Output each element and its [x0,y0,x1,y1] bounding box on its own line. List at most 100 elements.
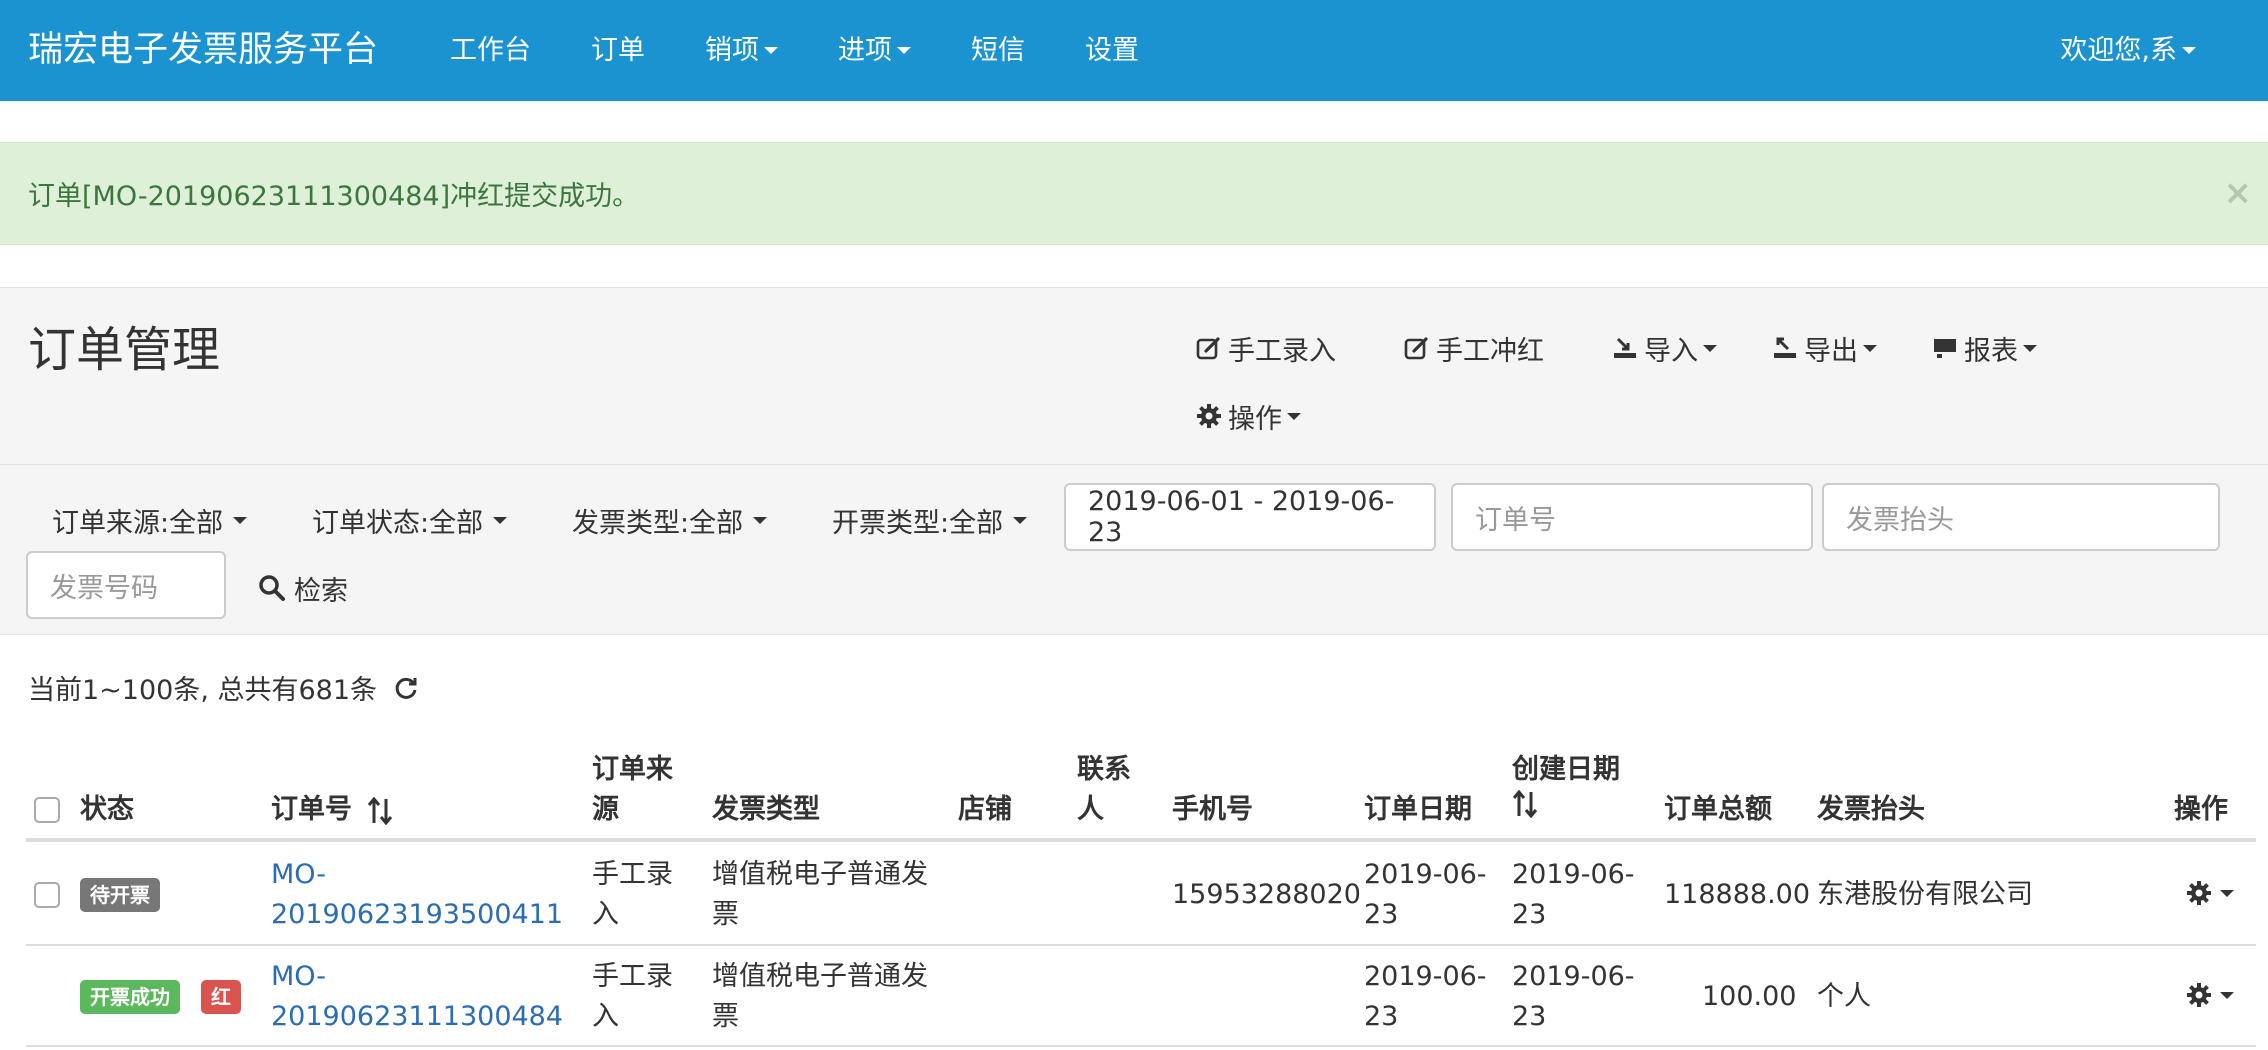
order-no-input[interactable]: 订单号 [1451,483,1813,551]
result-summary: 当前1~100条, 总共有681条 [28,668,419,707]
operate-label: 操作 [1228,403,1282,435]
header-created-date-sort[interactable] [1512,789,1538,830]
row-actions-button[interactable] [2186,982,2234,1008]
order-status-label: 订单状态:全部 [312,507,484,539]
caret-down-icon [2220,991,2234,999]
search-button[interactable]: 检索 [258,563,348,613]
header-invoice-type: 发票类型 [712,794,820,825]
caret-down-icon [2220,889,2234,897]
export-button[interactable]: 导出 [1772,326,1877,370]
header-created-date[interactable]: 创建日期 [1512,750,1620,790]
caret-down-icon [1013,516,1028,524]
table-header-divider [26,838,2256,842]
order-source-dropdown[interactable]: 订单来源:全部 [52,495,248,545]
header-total: 订单总额 [1664,794,1772,825]
status-badge: 待开票 [80,878,160,912]
order-source-cell: 手工录入 [592,957,673,1037]
order-date-line2: 23 [1364,1001,1399,1032]
row-checkbox[interactable] [34,882,60,908]
row-divider [26,944,2256,946]
header-order-date: 订单日期 [1364,794,1472,825]
search-label: 检索 [294,575,348,607]
header-status: 状态 [80,794,134,825]
user-greeting: 欢迎您,系 [2060,35,2177,66]
invoice-title-cell: 个人 [1817,981,1871,1012]
date-range-input[interactable]: 2019-06-01 - 2019-06-23 [1064,483,1436,551]
nav-item-settings[interactable]: 设置 [1055,0,1169,101]
report-label: 报表 [1964,335,2018,367]
source-line2: 入 [592,899,619,930]
nav-label: 工作台 [450,35,531,66]
order-no-part2: 20190623193500411 [271,899,564,930]
close-icon[interactable]: × [2224,173,2253,213]
invoice-title-input[interactable]: 发票抬头 [1822,483,2220,551]
invoice-type-line2: 票 [712,899,739,930]
invoice-title-placeholder: 发票抬头 [1846,504,1954,536]
manual-red-button[interactable]: 手工冲红 [1404,326,1544,370]
refresh-icon[interactable] [393,675,419,701]
invoice-type-cell: 增值税电子普通发票 [712,957,928,1037]
header-contact-line1: 联系 [1077,754,1131,785]
caret-down-icon [1703,344,1717,352]
header-source-line1: 订单来 [592,754,673,785]
caret-down-icon [233,516,248,524]
alert-message: 订单[MO-20190623111300484]冲红提交成功。 [28,181,640,212]
gear-icon [2187,881,2211,905]
page-title: 订单管理 [28,322,221,378]
nav-item-sms[interactable]: 短信 [941,0,1055,101]
nav-label: 进项 [838,35,892,66]
nav-label: 短信 [971,35,1025,66]
issue-type-dropdown[interactable]: 开票类型:全部 [832,495,1028,545]
order-no-part1: MO- [271,859,327,890]
user-menu[interactable]: 欢迎您,系 [2060,0,2196,101]
nav-item-purchase[interactable]: 进项 [808,0,941,101]
created-date-line2: 23 [1512,899,1547,930]
source-line1: 手工录 [592,859,673,890]
source-line2: 入 [592,1001,619,1032]
invoice-type-line1: 增值税电子普通发 [712,961,928,992]
sort-icon [1512,789,1538,819]
nav-item-sales[interactable]: 销项 [675,0,808,101]
caret-down-icon [1863,344,1877,352]
header-created-date-label: 创建日期 [1512,754,1620,785]
order-status-dropdown[interactable]: 订单状态:全部 [312,495,508,545]
invoice-type-line2: 票 [712,1001,739,1032]
total-cell: 100.00 [1702,981,1797,1012]
caret-down-icon [897,47,911,54]
summary-text: 当前1~100条, 总共有681条 [28,675,378,706]
header-order-no[interactable]: 订单号 [271,790,393,830]
caret-down-icon [2182,47,2196,54]
order-date-line1: 2019-06- [1364,859,1487,890]
header-contact-line2: 人 [1077,794,1104,825]
operate-button[interactable]: 操作 [1196,394,1301,438]
order-no-part2: 20190623111300484 [271,1001,564,1032]
source-line1: 手工录 [592,961,673,992]
header-phone: 手机号 [1172,794,1253,825]
report-button[interactable]: 报表 [1932,326,2037,370]
red-flush-badge: 红 [201,980,241,1014]
header-invoice-title: 发票抬头 [1817,794,1925,825]
select-all-checkbox[interactable] [34,797,60,823]
order-date-line2: 23 [1364,899,1399,930]
gear-icon [1197,404,1221,428]
invoice-type-dropdown[interactable]: 发票类型:全部 [572,495,768,545]
search-icon [259,575,285,601]
nav-item-workbench[interactable]: 工作台 [420,0,561,101]
page-header: 订单管理 手工录入 手工冲红 导入 导出 报表 操作 [0,287,2268,465]
nav-label: 订单 [591,35,645,66]
invoice-no-input[interactable]: 发票号码 [26,551,226,619]
export-label: 导出 [1804,335,1858,367]
top-navbar: 瑞宏电子发票服务平台 工作台 订单 销项 进项 短信 设置 欢迎您,系 [0,0,2268,101]
manual-red-label: 手工冲红 [1436,335,1544,367]
order-no-link[interactable]: MO- 20190623111300484 [271,957,563,1037]
order-no-link[interactable]: MO- 20190623193500411 [271,855,563,935]
header-source-line2: 源 [592,794,619,825]
nav-label: 销项 [705,35,759,66]
manual-entry-button[interactable]: 手工录入 [1196,326,1336,370]
header-actions: 操作 [2174,794,2228,825]
import-button[interactable]: 导入 [1612,326,1717,370]
brand-logo-text[interactable]: 瑞宏电子发票服务平台 [28,0,378,101]
filter-bar: 订单来源:全部 订单状态:全部 发票类型:全部 开票类型:全部 2019-06-… [0,465,2268,635]
row-actions-button[interactable] [2186,880,2234,906]
nav-item-orders[interactable]: 订单 [561,0,675,101]
